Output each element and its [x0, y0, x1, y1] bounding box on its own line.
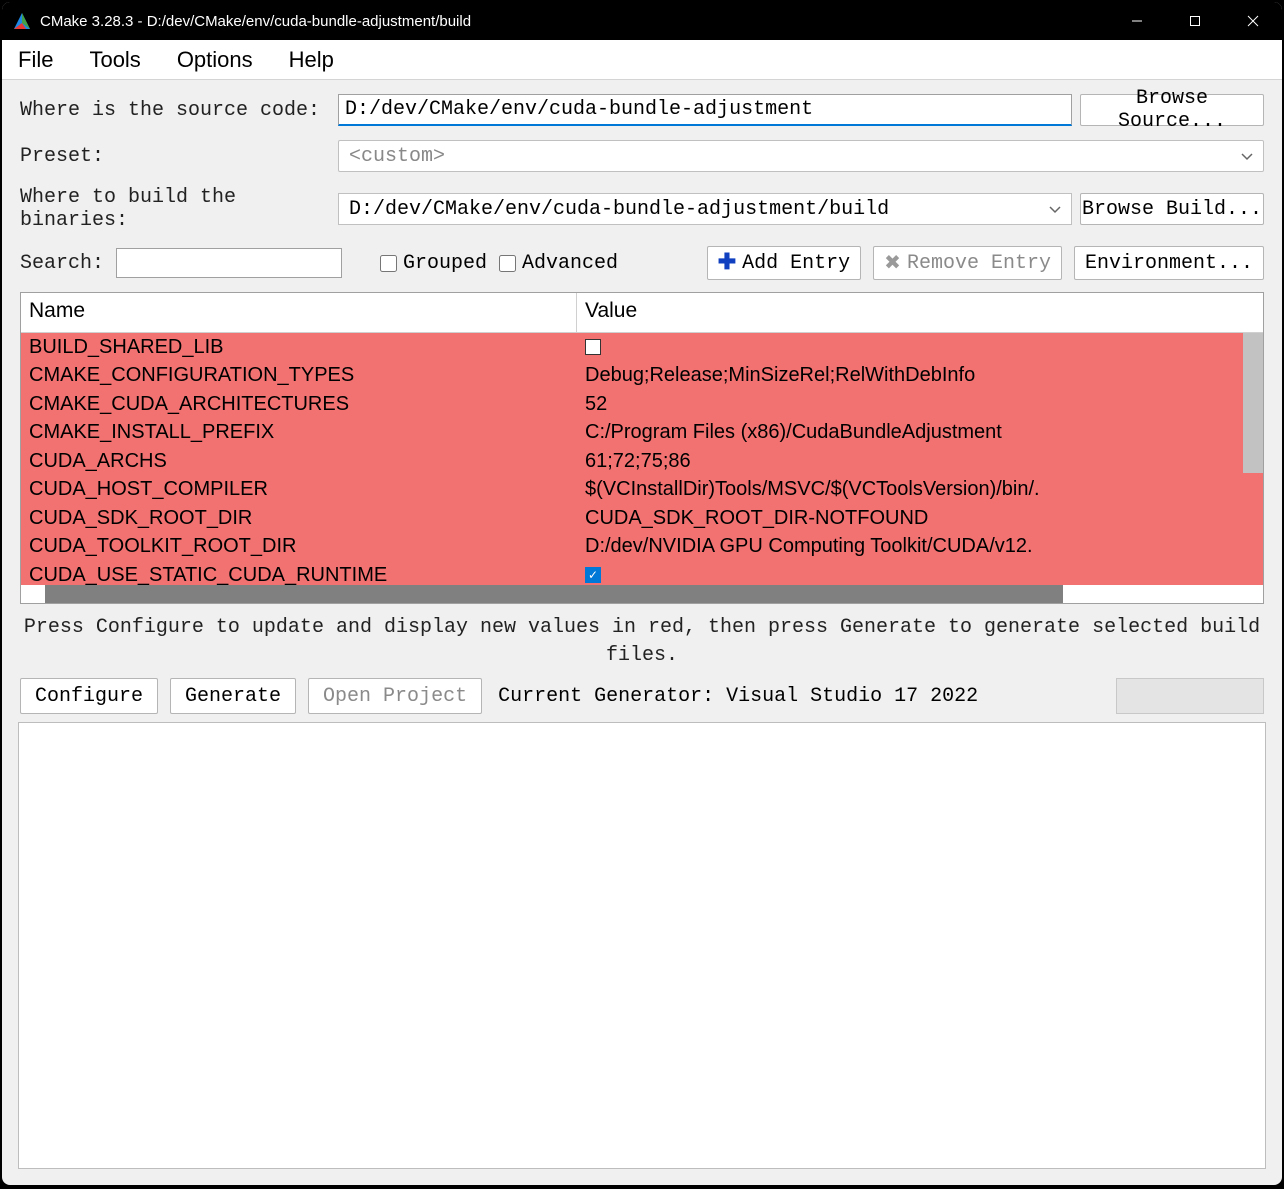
preset-label: Preset: — [20, 145, 330, 168]
open-project-button[interactable]: Open Project — [308, 678, 482, 714]
cache-variable-name: CMAKE_CONFIGURATION_TYPES — [21, 364, 577, 387]
cache-variables-table: Name Value BUILD_SHARED_LIB CMAKE_CONFIGU… — [20, 292, 1264, 604]
plus-icon: ✚ — [718, 250, 736, 276]
cache-variable-name: CUDA_HOST_COMPILER — [21, 478, 577, 501]
window-title: CMake 3.28.3 - D:/dev/CMake/env/cuda-bun… — [40, 13, 1108, 30]
build-path-input[interactable]: D:/dev/CMake/env/cuda-bundle-adjustment/… — [338, 193, 1072, 225]
cache-variable-value[interactable]: C:/Program Files (x86)/CudaBundleAdjustm… — [577, 421, 1263, 444]
cache-variable-name: CUDA_SDK_ROOT_DIR — [21, 507, 577, 530]
table-row[interactable]: CMAKE_CUDA_ARCHITECTURES52 — [21, 390, 1263, 419]
menu-file[interactable]: File — [10, 43, 61, 77]
menubar: File Tools Options Help — [2, 40, 1282, 80]
configure-button[interactable]: Configure — [20, 678, 158, 714]
cache-variable-name: CUDA_USE_STATIC_CUDA_RUNTIME — [21, 564, 577, 585]
table-row[interactable]: CMAKE_INSTALL_PREFIXC:/Program Files (x8… — [21, 419, 1263, 448]
output-log-area[interactable] — [18, 722, 1266, 1169]
table-row[interactable]: BUILD_SHARED_LIB — [21, 333, 1263, 362]
hint-text: Press Configure to update and display ne… — [2, 608, 1282, 676]
cache-variable-name: CUDA_ARCHS — [21, 450, 577, 473]
source-label: Where is the source code: — [20, 99, 330, 122]
environment-button[interactable]: Environment... — [1074, 246, 1264, 280]
maximize-button[interactable] — [1166, 2, 1224, 40]
table-row[interactable]: CUDA_HOST_COMPILER$(VCInstallDir)Tools/M… — [21, 476, 1263, 505]
browse-source-button[interactable]: Browse Source... — [1080, 94, 1264, 126]
minimize-button[interactable] — [1108, 2, 1166, 40]
build-label: Where to build the binaries: — [20, 186, 330, 232]
source-path-input[interactable] — [338, 94, 1072, 126]
close-button[interactable] — [1224, 2, 1282, 40]
table-row[interactable]: CUDA_USE_STATIC_CUDA_RUNTIME ✓ — [21, 561, 1263, 585]
value-checkbox[interactable]: ✓ — [585, 567, 601, 583]
x-icon: ✖ — [884, 250, 901, 276]
advanced-label: Advanced — [522, 252, 618, 275]
grouped-checkbox[interactable] — [380, 255, 397, 272]
cache-variable-value[interactable]: 61;72;75;86 — [577, 450, 1263, 473]
horizontal-scrollbar-track[interactable] — [21, 585, 1263, 603]
add-entry-button[interactable]: ✚ Add Entry — [707, 246, 861, 280]
cache-variable-name: CMAKE_INSTALL_PREFIX — [21, 421, 577, 444]
build-path-value: D:/dev/CMake/env/cuda-bundle-adjustment/… — [349, 198, 889, 221]
search-label: Search: — [20, 252, 104, 275]
progress-indicator — [1116, 678, 1264, 714]
table-row[interactable]: CMAKE_CONFIGURATION_TYPESDebug;Release;M… — [21, 362, 1263, 391]
remove-entry-label: Remove Entry — [907, 252, 1051, 275]
cache-variable-value[interactable]: ✓ — [577, 567, 1263, 583]
cache-variable-value[interactable] — [577, 339, 1263, 355]
current-generator-text: Current Generator: Visual Studio 17 2022 — [494, 685, 978, 708]
table-row[interactable]: CUDA_TOOLKIT_ROOT_DIRD:/dev/NVIDIA GPU C… — [21, 533, 1263, 562]
vertical-scrollbar[interactable] — [1243, 333, 1263, 473]
column-header-value[interactable]: Value — [577, 293, 1263, 332]
column-header-name[interactable]: Name — [21, 293, 577, 332]
menu-help[interactable]: Help — [281, 43, 342, 77]
titlebar: CMake 3.28.3 - D:/dev/CMake/env/cuda-bun… — [2, 2, 1282, 40]
cmake-logo-icon — [12, 11, 32, 31]
table-row[interactable]: CUDA_SDK_ROOT_DIRCUDA_SDK_ROOT_DIR-NOTFO… — [21, 504, 1263, 533]
cache-variable-value[interactable]: 52 — [577, 393, 1263, 416]
value-checkbox[interactable] — [585, 339, 601, 355]
search-input[interactable] — [116, 248, 342, 278]
preset-value: <custom> — [349, 145, 445, 168]
menu-tools[interactable]: Tools — [81, 43, 148, 77]
menu-options[interactable]: Options — [169, 43, 261, 77]
table-row[interactable]: CUDA_ARCHS61;72;75;86 — [21, 447, 1263, 476]
cache-variable-value[interactable]: Debug;Release;MinSizeRel;RelWithDebInfo — [577, 364, 1263, 387]
chevron-down-icon — [1241, 145, 1253, 168]
remove-entry-button[interactable]: ✖ Remove Entry — [873, 246, 1062, 280]
cache-variable-name: BUILD_SHARED_LIB — [21, 336, 577, 359]
cache-variable-value[interactable]: D:/dev/NVIDIA GPU Computing Toolkit/CUDA… — [577, 535, 1263, 558]
advanced-checkbox[interactable] — [499, 255, 516, 272]
horizontal-scrollbar-thumb[interactable] — [45, 585, 1063, 603]
browse-build-button[interactable]: Browse Build... — [1080, 193, 1264, 225]
generate-button[interactable]: Generate — [170, 678, 296, 714]
cache-variable-name: CUDA_TOOLKIT_ROOT_DIR — [21, 535, 577, 558]
cache-variable-name: CMAKE_CUDA_ARCHITECTURES — [21, 393, 577, 416]
grouped-label: Grouped — [403, 252, 487, 275]
chevron-down-icon — [1049, 198, 1061, 221]
add-entry-label: Add Entry — [742, 252, 850, 275]
cache-variable-value[interactable]: CUDA_SDK_ROOT_DIR-NOTFOUND — [577, 507, 1263, 530]
cache-variable-value[interactable]: $(VCInstallDir)Tools/MSVC/$(VCToolsVersi… — [577, 478, 1263, 501]
preset-select[interactable]: <custom> — [338, 140, 1264, 172]
